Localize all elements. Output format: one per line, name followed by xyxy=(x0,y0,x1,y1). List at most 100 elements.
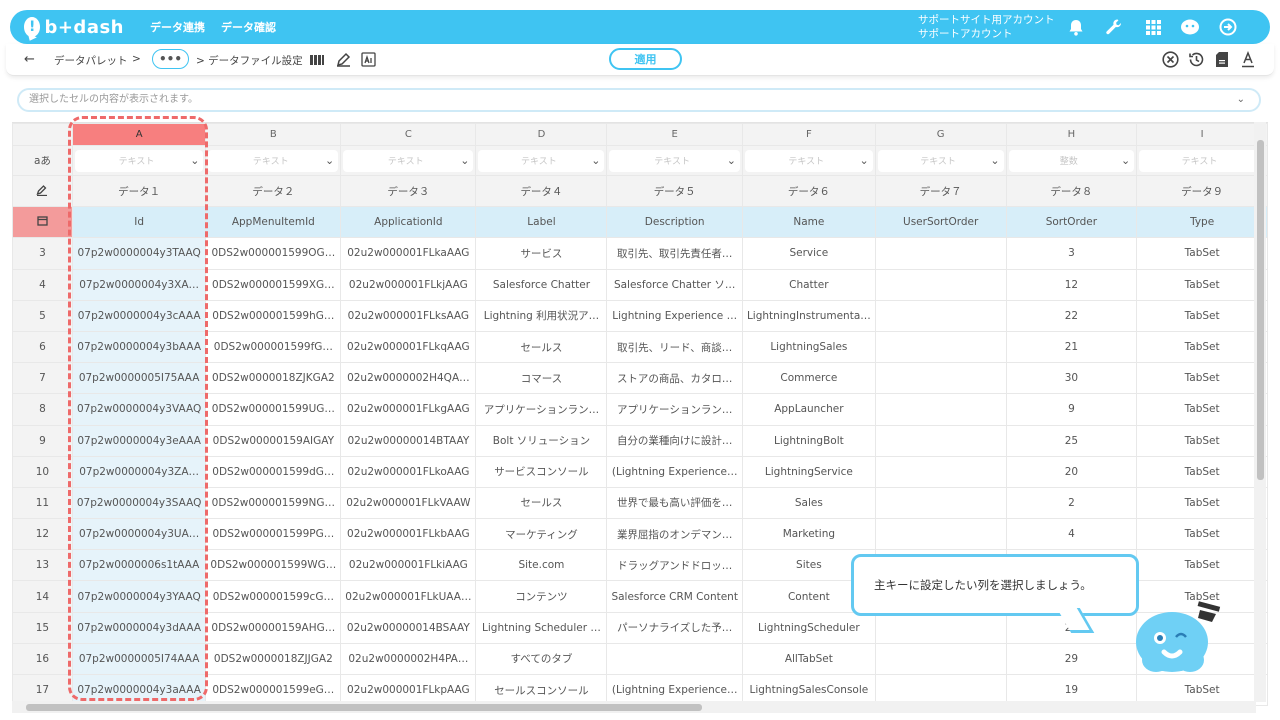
table-cell[interactable]: セールス xyxy=(475,486,608,520)
apps-grid-icon[interactable] xyxy=(1143,17,1163,37)
table-cell[interactable] xyxy=(874,424,1007,457)
table-cell[interactable]: TabSet xyxy=(1136,393,1268,426)
column-letter-i[interactable]: I xyxy=(1136,123,1268,146)
horizontal-scrollbar[interactable] xyxy=(12,701,1256,713)
vertical-scroll-thumb[interactable] xyxy=(1257,140,1264,480)
table-cell[interactable] xyxy=(874,642,1007,676)
row-number[interactable]: 3 xyxy=(12,237,73,270)
table-cell[interactable]: 取引先、取引先責任者… xyxy=(606,237,743,270)
table-cell[interactable] xyxy=(874,486,1007,520)
table-cell[interactable]: 30 xyxy=(1005,362,1138,395)
table-cell[interactable]: 0DS2w000001599hG… xyxy=(205,299,342,332)
table-cell[interactable]: 4 xyxy=(1005,518,1138,551)
row-number[interactable]: 16 xyxy=(12,642,73,676)
table-cell[interactable]: Marketing xyxy=(741,518,876,551)
type-select-g[interactable]: テキスト ⌄ xyxy=(877,149,1004,172)
table-cell[interactable]: TabSet xyxy=(1136,237,1268,270)
header-cell[interactable]: AppMenuItemId xyxy=(205,206,342,239)
table-cell[interactable]: Lightning 利用状況ア… xyxy=(475,299,608,332)
header-cell[interactable]: ApplicationId xyxy=(340,206,477,239)
table-cell[interactable]: 02u2w000001FLksAAG xyxy=(340,299,477,332)
table-cell[interactable]: 02u2w000001FLkoAAG xyxy=(340,455,477,488)
row-number[interactable]: 13 xyxy=(12,549,73,582)
bdash-logo[interactable]: ! b+dash xyxy=(24,17,124,38)
table-cell[interactable]: 07p2w0000004y3TAAQ xyxy=(71,237,207,270)
column-display-name[interactable]: データ１ xyxy=(71,174,207,208)
table-cell[interactable]: 0DS2w000001599PG… xyxy=(205,518,342,551)
table-cell[interactable]: TabSet xyxy=(1136,424,1268,457)
text-format-icon[interactable] xyxy=(361,52,376,67)
type-select-a[interactable]: テキスト ⌄ xyxy=(74,149,204,172)
table-cell[interactable] xyxy=(606,642,743,676)
table-cell[interactable]: 3 xyxy=(1005,237,1138,270)
table-cell[interactable]: 02u2w000001FLkVAAW xyxy=(340,486,477,520)
column-letter-h[interactable]: H xyxy=(1005,123,1138,146)
table-cell[interactable]: AppLauncher xyxy=(741,393,876,426)
table-cell[interactable]: マーケティング xyxy=(475,518,608,551)
table-cell[interactable]: 07p2w0000006s1tAAA xyxy=(71,549,207,582)
table-cell[interactable]: 07p2w0000005I75AAA xyxy=(71,362,207,395)
table-cell[interactable]: コマース xyxy=(475,362,608,395)
type-select-e[interactable]: テキスト ⌄ xyxy=(609,149,740,172)
row-number[interactable]: 8 xyxy=(12,393,73,426)
table-cell[interactable]: TabSet xyxy=(1136,518,1268,551)
table-cell[interactable]: Commerce xyxy=(741,362,876,395)
table-cell[interactable]: パーソナライズした予… xyxy=(606,611,743,644)
breadcrumb-more-button[interactable]: ••• xyxy=(152,49,189,69)
row-number[interactable]: 14 xyxy=(12,580,73,613)
table-cell[interactable]: 0DS2w000001599dG… xyxy=(205,455,342,488)
table-cell[interactable] xyxy=(874,268,1007,301)
table-cell[interactable]: 9 xyxy=(1005,393,1138,426)
column-letter-g[interactable]: G xyxy=(874,123,1007,146)
bell-icon[interactable] xyxy=(1066,17,1086,37)
header-cell[interactable]: Description xyxy=(606,206,743,239)
table-cell[interactable]: 20 xyxy=(1005,455,1138,488)
table-cell[interactable]: ドラッグアンドドロッ… xyxy=(606,549,743,582)
row-number[interactable]: 5 xyxy=(12,299,73,332)
header-cell[interactable]: SortOrder xyxy=(1005,206,1138,239)
table-cell[interactable]: アプリケーションラン… xyxy=(475,393,608,426)
table-cell[interactable]: 自分の業種向けに設計… xyxy=(606,424,743,457)
edit-name-icon[interactable] xyxy=(12,174,73,208)
table-cell[interactable]: 07p2w0000004y3SAAQ xyxy=(71,486,207,520)
table-cell[interactable]: TabSet xyxy=(1136,268,1268,301)
horizontal-scroll-thumb[interactable] xyxy=(26,704,702,711)
table-cell[interactable] xyxy=(874,518,1007,551)
table-cell[interactable]: すべてのタブ xyxy=(475,642,608,676)
table-cell[interactable]: Chatter xyxy=(741,268,876,301)
table-cell[interactable]: 0DS2w000001599XG… xyxy=(205,268,342,301)
table-cell[interactable]: (Lightning Experience… xyxy=(606,455,743,488)
table-cell[interactable]: 02u2w00000014BTAAY xyxy=(340,424,477,457)
wrench-icon[interactable] xyxy=(1104,17,1124,37)
table-cell[interactable]: コンテンツ xyxy=(475,580,608,613)
table-cell[interactable]: TabSet xyxy=(1136,455,1268,488)
table-cell[interactable]: 取引先、リード、商談… xyxy=(606,330,743,364)
table-cell[interactable]: 02u2w000001FLkaAAG xyxy=(340,237,477,270)
table-cell[interactable]: Lightning Scheduler … xyxy=(475,611,608,644)
table-cell[interactable]: アプリケーションラン… xyxy=(606,393,743,426)
history-icon[interactable] xyxy=(1188,51,1204,67)
row-number[interactable]: 11 xyxy=(12,486,73,520)
table-cell[interactable]: 22 xyxy=(1005,299,1138,332)
header-cell[interactable]: Id xyxy=(71,206,207,239)
header-cell[interactable]: Name xyxy=(741,206,876,239)
table-cell[interactable]: 02u2w0000002H4QA… xyxy=(340,362,477,395)
row-number[interactable]: 10 xyxy=(12,455,73,488)
type-select-d[interactable]: テキスト ⌄ xyxy=(478,149,605,172)
column-display-name[interactable]: データ３ xyxy=(340,174,477,208)
table-cell[interactable]: Service xyxy=(741,237,876,270)
column-display-name[interactable]: データ８ xyxy=(1005,174,1138,208)
table-cell[interactable]: 02u2w000001FLkqAAG xyxy=(340,330,477,364)
table-cell[interactable]: ストアの商品、カタロ… xyxy=(606,362,743,395)
table-cell[interactable]: 07p2w0000004y3VAAQ xyxy=(71,393,207,426)
logout-icon[interactable] xyxy=(1218,17,1238,37)
row-number[interactable]: 15 xyxy=(12,611,73,644)
nav-data-integration[interactable]: データ連携 xyxy=(150,19,205,35)
table-cell[interactable]: 07p2w0000004y3UA… xyxy=(71,518,207,551)
row-number[interactable]: 9 xyxy=(12,424,73,457)
font-icon[interactable] xyxy=(1241,50,1255,68)
table-cell[interactable]: TabSet xyxy=(1136,299,1268,332)
table-cell[interactable]: 0DS2w00000159AIGAY xyxy=(205,424,342,457)
table-cell[interactable]: サービス xyxy=(475,237,608,270)
column-display-name[interactable]: データ７ xyxy=(874,174,1007,208)
